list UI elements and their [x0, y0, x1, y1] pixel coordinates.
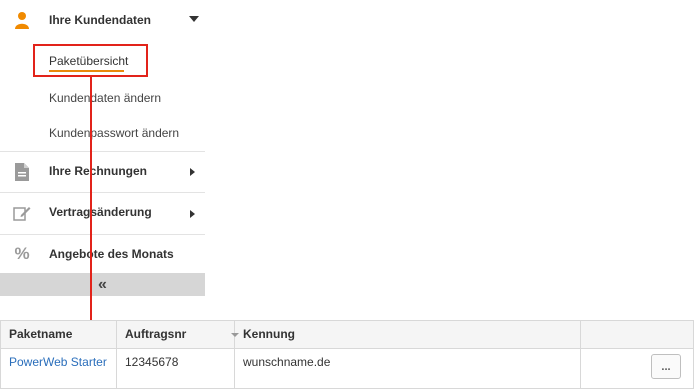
menu-label-vertragsaenderung: Vertragsänderung — [49, 205, 152, 219]
collapse-sidebar-button[interactable]: « — [0, 273, 205, 296]
menu-label-rechnungen: Ihre Rechnungen — [49, 164, 148, 178]
edit-icon — [12, 203, 32, 223]
menu-label-kundendaten: Ihre Kundendaten — [49, 13, 152, 27]
order-number: 12345678 — [117, 348, 235, 389]
double-chevron-left-icon: « — [98, 275, 107, 293]
domain-identifier: wunschname.de — [235, 348, 581, 389]
user-icon — [12, 10, 32, 30]
more-options-button[interactable]: ... — [651, 354, 681, 379]
column-header-auftragsnr[interactable]: Auftragsnr — [117, 321, 235, 348]
chevron-down-icon[interactable] — [189, 16, 199, 22]
menu-label-angebote: Angebote des Monats — [49, 247, 174, 261]
chevron-right-icon[interactable] — [190, 210, 195, 218]
menu-item-vertragsaenderung[interactable]: Vertragsänderung — [0, 193, 205, 235]
menu-item-rechnungen[interactable]: Ihre Rechnungen — [0, 152, 205, 193]
document-icon — [12, 162, 32, 182]
column-header-actions — [581, 321, 693, 348]
highlight-box — [33, 44, 148, 77]
menu-item-angebote[interactable]: % Angebote des Monats — [0, 235, 205, 273]
percent-icon: % — [14, 244, 30, 263]
package-name-link[interactable]: PowerWeb Starter — [1, 348, 117, 389]
menu-item-kundendaten[interactable]: Ihre Kundendaten — [0, 0, 205, 40]
submenu-kundendaten-aendern[interactable]: Kundendaten ändern — [49, 91, 161, 105]
column-header-kennung[interactable]: Kennung — [235, 321, 581, 348]
chevron-right-icon[interactable] — [190, 168, 195, 176]
annotation-arrow-line — [90, 77, 92, 329]
submenu-kundenpasswort-aendern[interactable]: Kundenpasswort ändern — [49, 126, 179, 140]
table-header: Paketname Auftragsnr Kennung — [1, 321, 693, 349]
package-table: Paketname Auftragsnr Kennung PowerWeb St… — [0, 320, 694, 389]
column-header-paketname[interactable]: Paketname — [1, 321, 117, 348]
